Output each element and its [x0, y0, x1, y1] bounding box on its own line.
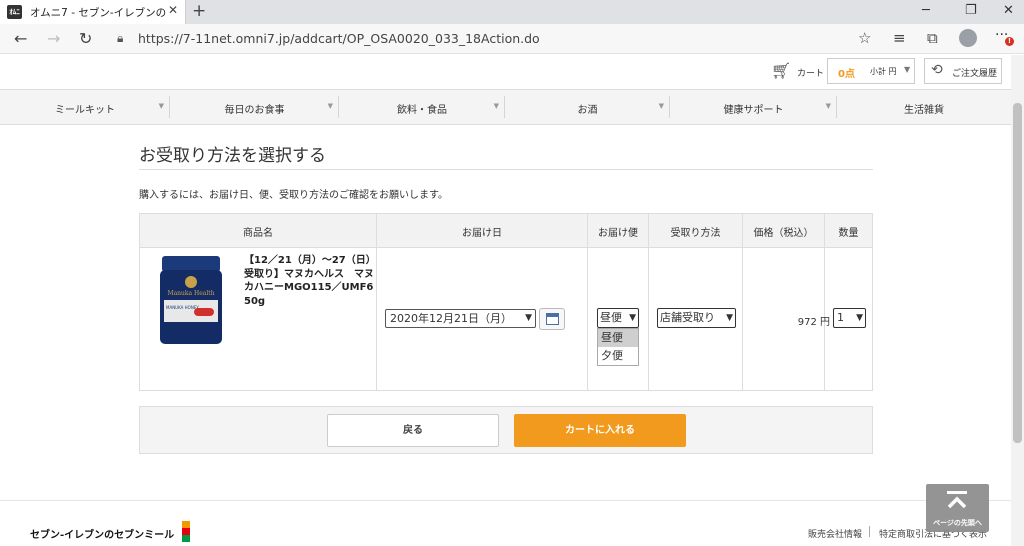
footer-divider [0, 500, 1011, 501]
window-close-icon[interactable]: ✕ [1003, 3, 1014, 18]
seven-meal-logo[interactable]: セブン-イレブンのセブンミール [30, 526, 174, 541]
tab-title: オムニ7 - セブン-イレブンのお届けサービス [30, 7, 166, 19]
back-to-top-label: ページの先頭へ [933, 519, 982, 527]
nav-item-daily-meals[interactable]: 毎日のお食事 ▼ [170, 90, 339, 124]
product-name-link[interactable]: 【12／21（月）～27（日）受取り】マヌカヘルス マヌカハニーMGO115／U… [244, 254, 383, 308]
chevron-down-icon: ▼ [904, 65, 911, 74]
back-arrow-icon[interactable]: ← [14, 29, 27, 48]
jar-brand-text: Manuka Health [167, 290, 214, 297]
order-history-label: ご注文履歴 [952, 69, 998, 79]
chevron-down-icon: ▼ [629, 313, 636, 323]
order-table: 商品名 お届け日 お届け便 受取り方法 価格（税込） 数量 Manuka Hea… [139, 213, 873, 391]
forward-arrow-icon[interactable]: → [47, 29, 60, 48]
tab-close-icon[interactable]: ✕ [168, 3, 178, 17]
cart-count: 0点 [838, 69, 855, 80]
delivery-slot-dropdown: 昼便 夕便 [597, 328, 639, 366]
header-price: 価格（税込） [753, 228, 814, 239]
nav-item-meal-kit[interactable]: ミールキット ▼ [0, 90, 170, 124]
favorite-star-icon[interactable]: ☆ [858, 29, 871, 47]
address-bar: ← → ↻ 🔒︎ https://7-11net.omni7.jp/addcar… [0, 24, 1024, 54]
chevron-down-icon: ▼ [525, 313, 532, 323]
chevron-down-icon: ▼ [493, 102, 499, 110]
notification-badge: ! [1005, 37, 1014, 46]
calendar-icon [546, 313, 559, 325]
header-delivery-slot: お届け便 [598, 228, 638, 239]
calendar-button[interactable] [539, 308, 565, 330]
nav-item-health-support[interactable]: 健康サポート ▼ [670, 90, 837, 124]
lock-icon[interactable]: 🔒︎ [117, 31, 123, 46]
product-image[interactable]: Manuka Health MANUKA HONEY [156, 254, 226, 346]
restore-icon[interactable]: ❐ [965, 3, 977, 18]
header-delivery-date: お届け日 [462, 228, 502, 239]
category-nav: ミールキット ▼ 毎日のお食事 ▼ 飲料・食品 ▼ お酒 ▼ 健康サポート ▼ 生活雑貨 [0, 89, 1011, 125]
minimize-icon[interactable]: ─ [922, 3, 930, 18]
favorites-list-icon[interactable]: ≡ [893, 29, 906, 47]
add-to-cart-button[interactable]: カートに入れる [514, 414, 686, 447]
cart-label[interactable]: カート [797, 66, 824, 79]
history-icon: ⟲ [931, 62, 943, 78]
quantity-select[interactable]: 1 ▼ [833, 308, 866, 328]
header-quantity: 数量 [838, 228, 859, 239]
chevron-down-icon: ▼ [726, 309, 733, 327]
chevron-down-icon: ▼ [658, 102, 664, 110]
nav-item-alcohol[interactable]: お酒 ▼ [505, 90, 670, 124]
chevron-down-icon: ▼ [825, 102, 831, 110]
collections-icon[interactable]: ⧉ [927, 29, 938, 47]
jar-type-text: MANUKA HONEY [166, 305, 199, 310]
slot-option-evening[interactable]: 夕便 [598, 347, 638, 365]
url-field[interactable]: https://7-11net.omni7.jp/addcart/OP_OSA0… [138, 31, 540, 46]
cart-summary[interactable]: 0点 小計 円 ▼ [827, 58, 915, 84]
page-title: お受取り方法を選択する [139, 146, 326, 166]
instruction-text: 購入するには、お届け日、便、受取り方法のご確認をお願いします。 [139, 190, 448, 201]
price-value: 972 円 [797, 317, 830, 328]
chevron-up-icon [947, 491, 967, 509]
vertical-scrollbar[interactable] [1011, 55, 1024, 546]
chevron-down-icon: ▼ [327, 102, 333, 110]
receive-method-select[interactable]: 店舗受取り ▼ [657, 308, 736, 328]
browser-tab-bar: ｵﾑﾆ7 オムニ7 - セブン-イレブンのお届けサービス ✕ + ─ ❐ ✕ [0, 0, 1024, 30]
slot-option-day[interactable]: 昼便 [598, 329, 638, 347]
footer-separator [869, 526, 870, 537]
action-bar: 戻る カートに入れる [139, 406, 873, 454]
back-to-top-button[interactable]: ページの先頭へ [926, 484, 989, 532]
table-header-row: 商品名 お届け日 お届け便 受取り方法 価格（税込） 数量 [140, 214, 872, 248]
new-tab-icon[interactable]: + [192, 1, 206, 21]
reload-icon[interactable]: ↻ [79, 29, 92, 48]
site-favicon-icon: ｵﾑﾆ7 [7, 5, 22, 30]
chevron-down-icon: ▼ [856, 313, 863, 323]
chevron-down-icon: ▼ [158, 102, 164, 110]
seven-logo-mark-icon [182, 521, 190, 543]
nav-item-daily-goods[interactable]: 生活雑貨 [837, 90, 1011, 124]
back-button[interactable]: 戻る [327, 414, 499, 447]
nav-item-drinks-food[interactable]: 飲料・食品 ▼ [339, 90, 505, 124]
scrollbar-thumb[interactable] [1013, 103, 1022, 443]
delivery-slot-select[interactable]: 昼便 ▼ [597, 308, 639, 328]
header-receive-method: 受取り方法 [670, 228, 721, 239]
company-info-link[interactable]: 販売会社情報 [808, 527, 862, 540]
cart-icon[interactable]: 🛒︎ [771, 61, 791, 80]
title-divider [139, 169, 873, 170]
profile-avatar[interactable] [959, 29, 977, 47]
header-product-name: 商品名 [243, 228, 273, 239]
delivery-date-select[interactable]: 2020年12月21日（月） ▼ [385, 309, 536, 328]
cart-subtotal: 小計 円 [870, 67, 897, 76]
order-history-button[interactable]: ⟲ ご注文履歴 [924, 58, 1002, 84]
browser-tab[interactable]: ｵﾑﾆ7 オムニ7 - セブン-イレブンのお届けサービス ✕ [0, 0, 186, 30]
